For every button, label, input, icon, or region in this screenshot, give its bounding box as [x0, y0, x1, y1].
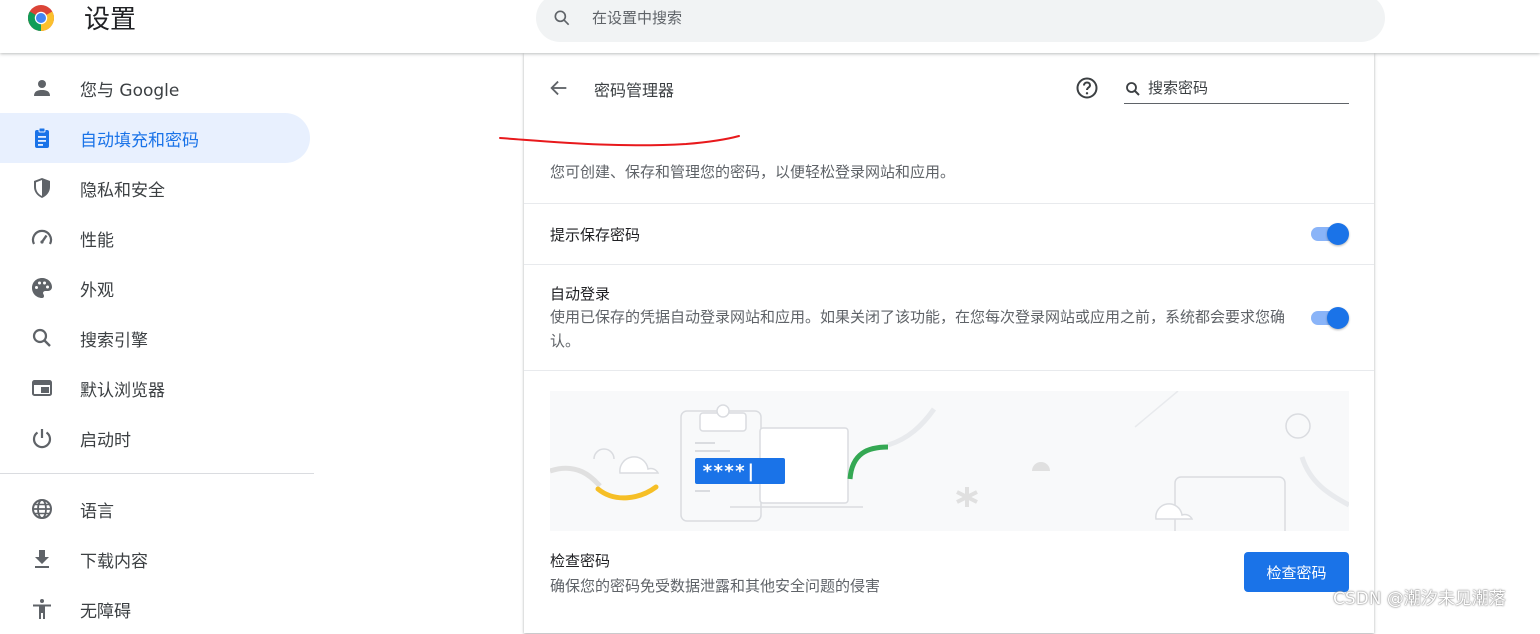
offer-save-toggle[interactable]	[1311, 222, 1349, 246]
check-passwords-description: 确保您的密码免受数据泄露和其他安全问题的侵害	[550, 577, 881, 595]
check-passwords-title: 检查密码	[550, 552, 611, 570]
password-manager-title: 密码管理器	[594, 81, 675, 100]
row-divider	[524, 264, 1374, 265]
password-manager-card: 密码管理器 您可创建、保存和管理您的密码，以便轻松登录网站和应用。 提示保存密码…	[524, 53, 1374, 633]
sidebar-item-label: 语言	[80, 501, 114, 522]
card-header: 密码管理器	[524, 53, 1374, 123]
sidebar-divider	[0, 473, 314, 474]
browser-window-icon	[32, 380, 52, 396]
sidebar: 您与 Google 自动填充和密码 隐私和安全 性能 外观 搜索引擎 默认浏览器…	[0, 63, 314, 634]
sidebar-item-label: 下载内容	[80, 551, 148, 572]
toggle-knob	[1327, 307, 1349, 329]
sidebar-item-search-engine[interactable]: 搜索引擎	[0, 313, 310, 363]
power-icon	[32, 429, 52, 449]
password-search-box[interactable]	[1124, 75, 1349, 104]
sidebar-item-appearance[interactable]: 外观	[0, 263, 310, 313]
back-arrow-icon[interactable]	[548, 77, 570, 99]
accessibility-icon	[33, 599, 51, 619]
auto-signin-toggle[interactable]	[1311, 306, 1349, 330]
settings-search-input[interactable]	[592, 4, 1292, 32]
settings-search-box[interactable]	[536, 0, 1385, 42]
masked-password-text: ****|	[702, 461, 756, 482]
asterisk-decoration	[956, 487, 978, 507]
sidebar-item-privacy[interactable]: 隐私和安全	[0, 163, 310, 213]
sidebar-item-label: 启动时	[80, 430, 131, 451]
sidebar-item-default-browser[interactable]: 默认浏览器	[0, 363, 310, 413]
auto-signin-description: 使用已保存的凭据自动登录网站和应用。如果关闭了该功能，在您每次登录网站或应用之前…	[550, 308, 1286, 350]
sidebar-item-label: 搜索引擎	[80, 330, 148, 351]
search-icon	[32, 328, 51, 347]
auto-signin-label: 自动登录	[550, 285, 611, 303]
sidebar-item-languages[interactable]: 语言	[0, 484, 310, 534]
sidebar-item-performance[interactable]: 性能	[0, 213, 310, 263]
sidebar-item-label: 性能	[80, 230, 114, 251]
page-title: 设置	[84, 5, 137, 35]
clipboard-icon	[35, 127, 49, 148]
shield-icon	[34, 178, 50, 198]
download-icon	[35, 550, 49, 568]
palette-icon	[32, 278, 52, 298]
sidebar-item-accessibility[interactable]: 无障碍	[0, 584, 310, 634]
search-icon	[1126, 82, 1140, 96]
sidebar-item-label: 您与 Google	[80, 80, 180, 101]
sidebar-item-you-and-google[interactable]: 您与 Google	[0, 63, 310, 113]
sidebar-item-on-startup[interactable]: 启动时	[0, 413, 310, 463]
sidebar-item-label: 默认浏览器	[80, 380, 165, 401]
speedometer-icon	[31, 229, 53, 245]
sidebar-item-autofill[interactable]: 自动填充和密码	[0, 113, 310, 163]
search-icon	[554, 10, 570, 26]
toggle-knob	[1327, 223, 1349, 245]
top-bar: 设置	[0, 0, 1540, 53]
chrome-logo[interactable]	[27, 4, 55, 32]
row-divider	[524, 370, 1374, 371]
sidebar-item-label: 外观	[80, 280, 114, 301]
globe-icon	[32, 499, 52, 519]
help-icon[interactable]	[1075, 76, 1099, 100]
sidebar-item-label: 自动填充和密码	[80, 130, 199, 151]
row-divider	[524, 203, 1374, 204]
watermark: CSDN @潮汐未见潮落	[1333, 589, 1506, 609]
sidebar-item-downloads[interactable]: 下载内容	[0, 534, 310, 584]
password-manager-description: 您可创建、保存和管理您的密码，以便轻松登录网站和应用。	[550, 163, 956, 181]
sidebar-item-label: 隐私和安全	[80, 180, 165, 201]
sidebar-item-label: 无障碍	[80, 601, 131, 622]
person-icon	[34, 80, 50, 96]
password-checkup-illustration: ****|	[550, 391, 1349, 531]
password-search-input[interactable]	[1148, 75, 1348, 101]
offer-save-label: 提示保存密码	[550, 226, 641, 244]
illustration-graphic: ****|	[550, 391, 1349, 531]
